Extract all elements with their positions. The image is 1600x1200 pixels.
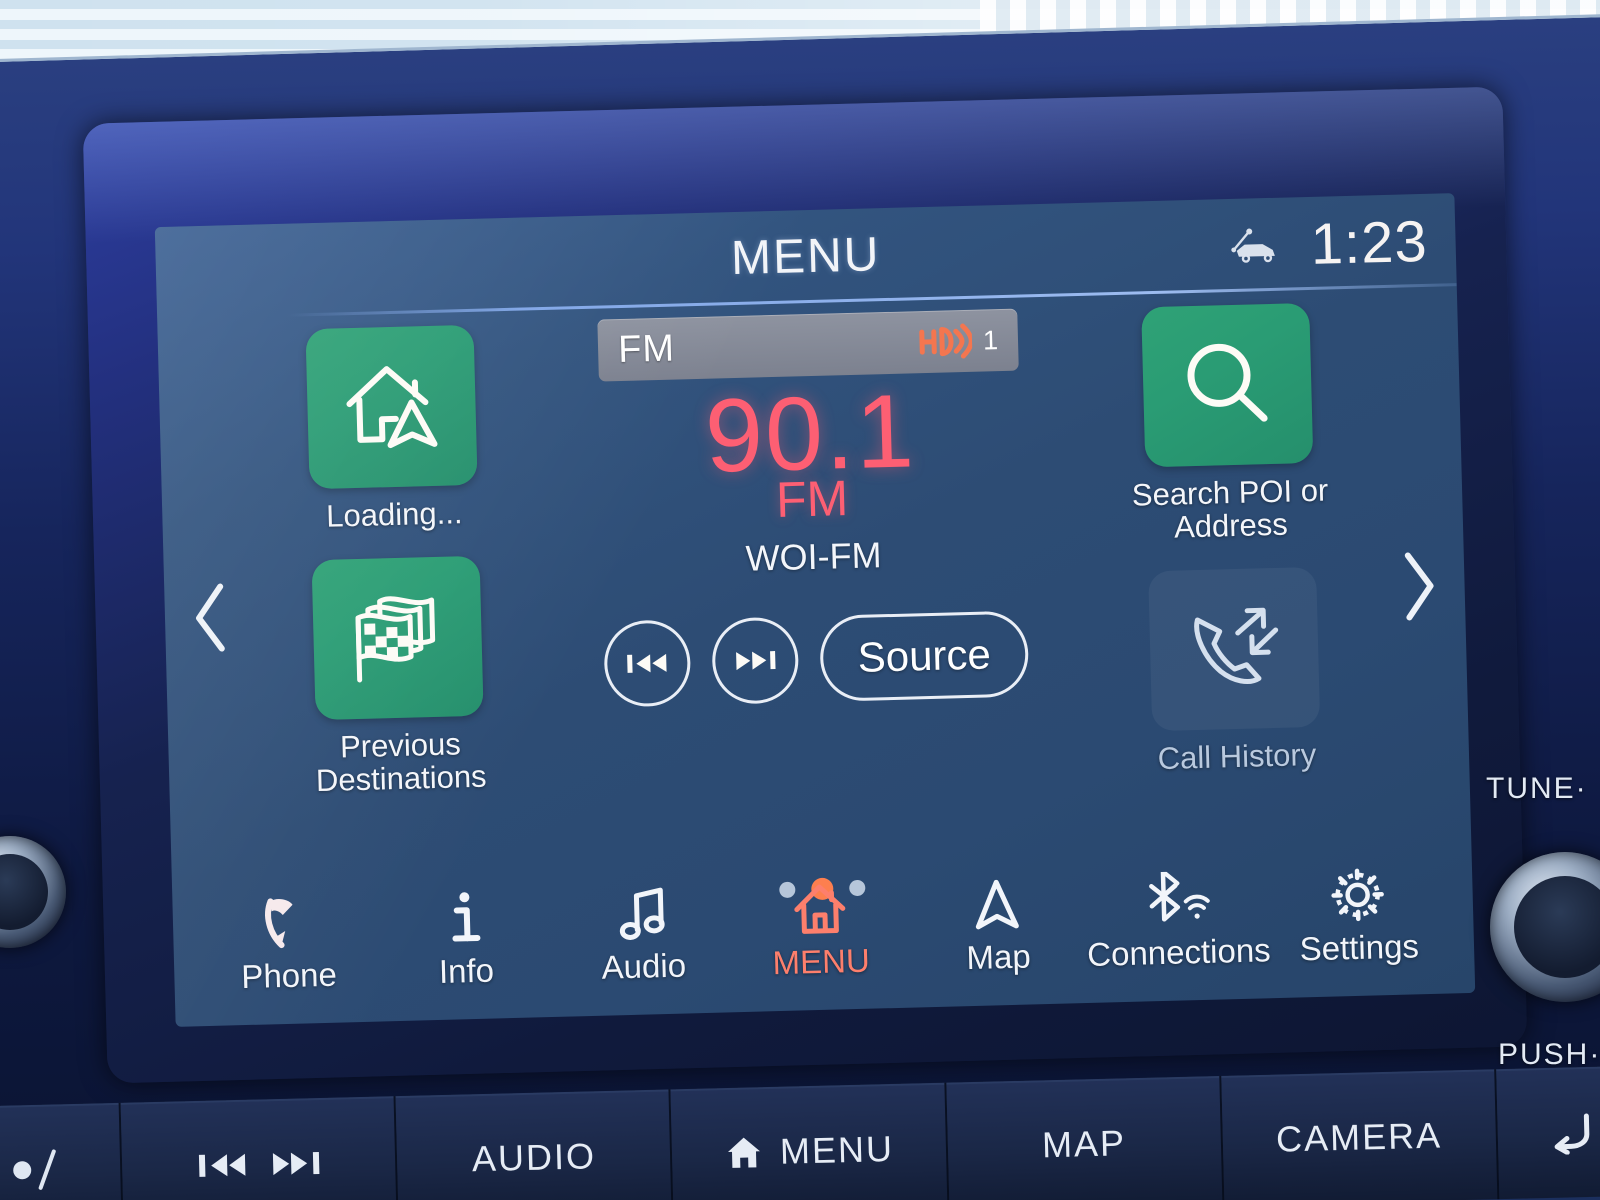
tile-label-line1: Search POI or (1131, 472, 1329, 513)
nav-label: Settings (1299, 927, 1420, 968)
clock: 1:23 (1309, 208, 1429, 277)
home-icon (727, 1137, 760, 1168)
tile-icon-background (1148, 566, 1321, 731)
hd-radio-icon (919, 323, 973, 359)
nav-item-phone[interactable]: Phone (198, 891, 378, 998)
bluetooth-wifi-icon (1148, 870, 1210, 922)
audio-panel: FM 1 90.1 FM WOI-FM Source (529, 295, 1101, 909)
nav-label: Phone (240, 955, 338, 996)
tile-search-poi-address[interactable]: Search POI or Address (1100, 302, 1356, 546)
home-navigation-icon (346, 366, 438, 449)
band-name: FM (617, 327, 676, 371)
tile-label: Call History (1157, 736, 1317, 776)
nav-label: Info (438, 951, 495, 990)
nav-item-map[interactable]: Map (908, 872, 1088, 979)
tile-label-line2: Address (1173, 506, 1289, 545)
hw-button-display-mode[interactable] (0, 1102, 125, 1200)
status-right-group: 1:23 (1228, 208, 1429, 280)
skip-previous-icon (627, 653, 668, 673)
skip-next-icon (272, 1152, 320, 1176)
gear-icon (1331, 868, 1385, 922)
hw-button-label: CAMERA (1275, 1114, 1443, 1160)
hw-button-menu[interactable]: MENU (670, 1082, 950, 1200)
tile-loading[interactable]: Loading... (264, 324, 519, 535)
nav-icon-wrap (449, 888, 481, 947)
navigation-arrow-icon (976, 879, 1020, 930)
prev-page-arrow[interactable] (157, 317, 265, 919)
tile-previous-destinations[interactable]: Previous Destinations (271, 555, 527, 799)
nav-item-info[interactable]: Info (376, 886, 556, 993)
hw-button-back[interactable] (1495, 1065, 1600, 1200)
music-note-icon (619, 887, 665, 940)
source-label: Source (857, 630, 992, 681)
source-button[interactable]: Source (819, 610, 1029, 702)
hw-button-map[interactable]: MAP (945, 1075, 1225, 1200)
car-gps-icon (1231, 228, 1275, 263)
nav-item-connections[interactable]: Connections (1085, 867, 1271, 974)
back-arrow-icon (1554, 1113, 1590, 1155)
nav-label: MENU (772, 941, 871, 982)
tile-label: Search POI or Address (1131, 472, 1329, 546)
hd-channel-number: 1 (982, 324, 999, 356)
magnifier-icon (1187, 343, 1268, 422)
infotainment-screen[interactable]: MENU 1:23 Loading... Previous Destinatio… (154, 193, 1476, 1027)
hd-radio-group: 1 (915, 320, 998, 362)
tile-label: Previous Destinations (315, 726, 487, 798)
next-track-button[interactable] (711, 616, 800, 705)
nav-item-settings[interactable]: Settings (1268, 863, 1448, 970)
nav-icon-wrap (258, 892, 317, 951)
nav-item-audio[interactable]: Audio (553, 881, 733, 988)
phone-icon (264, 898, 293, 949)
nav-icon-wrap (1329, 864, 1386, 923)
transport-controls: Source (603, 610, 1029, 708)
info-icon (452, 892, 481, 942)
next-page-arrow[interactable] (1365, 285, 1473, 887)
chevron-left-icon[interactable] (187, 580, 235, 655)
nav-item-menu[interactable]: MENU (730, 877, 910, 984)
hw-button-label: MENU (779, 1127, 895, 1172)
page-title: MENU (730, 227, 882, 285)
tile-label-line2: Destinations (315, 758, 487, 798)
tile-icon-background[interactable] (305, 324, 478, 490)
frequency-unit: FM (775, 470, 849, 528)
nav-label: Map (965, 937, 1032, 977)
tune-knob-label: TUNE· (1486, 772, 1588, 805)
right-tile-column: Search POI or Address Call History (1085, 287, 1381, 894)
hw-button-label: AUDIO (471, 1135, 597, 1180)
hw-button-audio[interactable]: AUDIO (395, 1089, 675, 1200)
station-name: WOI-FM (745, 534, 883, 579)
skip-previous-icon (198, 1153, 246, 1177)
hw-button-camera[interactable]: CAMERA (1220, 1069, 1500, 1200)
tile-icon-background[interactable] (1141, 302, 1314, 468)
tile-icon-background[interactable] (311, 555, 484, 720)
nav-icon-wrap (790, 878, 849, 937)
nav-icon-wrap (616, 883, 670, 942)
checkered-flags-icon (355, 596, 436, 683)
hw-button-label: MAP (1041, 1122, 1127, 1166)
tile-call-history: Call History (1107, 566, 1362, 777)
nav-icon-wrap (1141, 869, 1214, 929)
nav-icon-wrap (971, 874, 1023, 933)
chevron-right-icon[interactable] (1395, 549, 1443, 624)
call-history-icon (1194, 607, 1279, 684)
left-tile-column: Loading... Previous Destinations (249, 309, 545, 916)
nav-label: Connections (1086, 931, 1272, 973)
nav-label: Audio (601, 946, 687, 986)
skip-next-icon (736, 651, 776, 671)
tile-label: Loading... (325, 495, 463, 534)
band-bar[interactable]: FM 1 (597, 308, 1019, 382)
main-content: Loading... Previous Destinations FM 1 90… (157, 285, 1472, 919)
display-moon-icon (13, 1149, 73, 1190)
home-icon (794, 884, 846, 934)
hw-button-track-skip[interactable] (120, 1096, 400, 1200)
previous-track-button[interactable] (603, 619, 692, 708)
photo-scene: MENU 1:23 Loading... Previous Destinatio… (0, 0, 1600, 1200)
